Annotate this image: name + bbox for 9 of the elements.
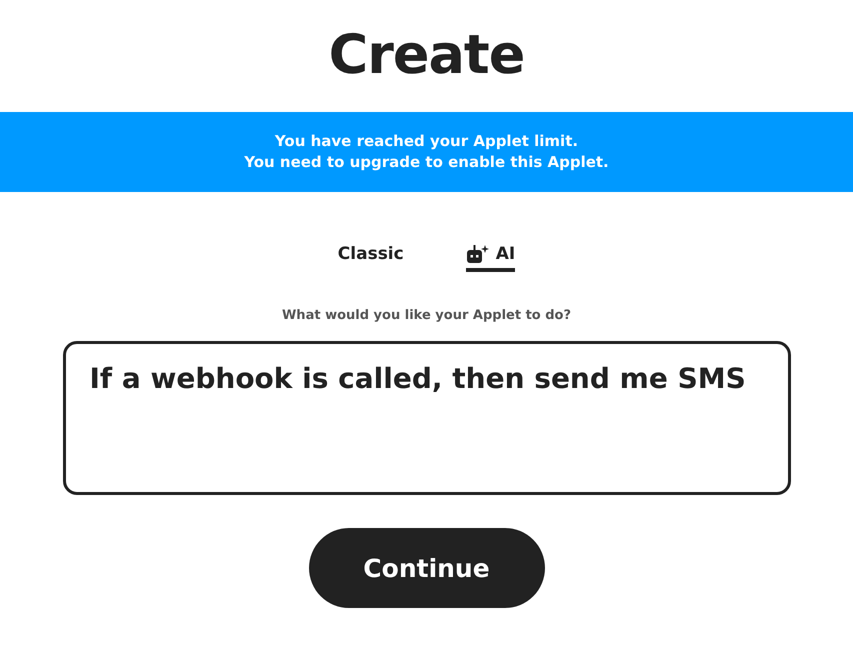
tab[interactable]: AI	[466, 244, 516, 272]
banner-text: You need to upgrade to enable this Applet.	[244, 152, 609, 173]
robot-icon	[466, 244, 490, 264]
page-title: Create	[328, 22, 524, 88]
banner-text: You have reached your Applet limit.	[274, 131, 578, 152]
prompt-field[interactable]: If a webhook is called, then send me SMS	[62, 341, 790, 495]
prompt-label: What would you like your Applet to do?	[282, 308, 572, 323]
continue-button[interactable]: Continue	[308, 528, 544, 608]
tab[interactable]: Classic	[338, 244, 404, 272]
